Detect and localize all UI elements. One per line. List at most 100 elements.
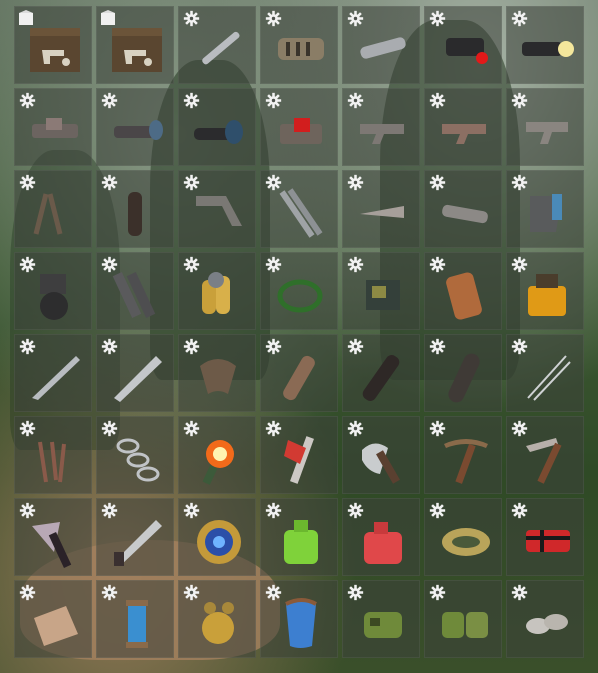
inventory-slot[interactable] <box>178 580 256 658</box>
extended-magazine-icon[interactable] <box>26 266 84 324</box>
knee-pad-icon[interactable] <box>272 594 330 652</box>
weapon-crate-icon[interactable] <box>108 20 166 78</box>
inventory-slot[interactable] <box>96 252 174 330</box>
inventory-slot[interactable] <box>342 88 420 166</box>
barbed-wire-icon[interactable] <box>518 348 576 406</box>
inventory-slot[interactable] <box>260 170 338 248</box>
inventory-slot[interactable] <box>178 88 256 166</box>
chain-icon[interactable] <box>108 430 166 488</box>
inventory-slot[interactable] <box>342 170 420 248</box>
inventory-slot[interactable] <box>260 498 338 576</box>
machete-blade-icon[interactable] <box>26 348 84 406</box>
inventory-slot[interactable] <box>260 416 338 494</box>
inventory-slot[interactable] <box>424 334 502 412</box>
inventory-slot[interactable] <box>96 498 174 576</box>
brass-parts-icon[interactable] <box>190 594 248 652</box>
muzzle-brake-icon[interactable] <box>272 20 330 78</box>
red-dot-sight-icon[interactable] <box>272 102 330 160</box>
brass-capsules-icon[interactable] <box>190 266 248 324</box>
inventory-slot[interactable] <box>96 6 174 84</box>
grip-icon[interactable] <box>108 184 166 242</box>
inventory-slot[interactable] <box>342 416 420 494</box>
inventory-slot[interactable] <box>260 334 338 412</box>
saw-blade-icon[interactable] <box>108 348 166 406</box>
inventory-slot[interactable] <box>14 252 92 330</box>
salvaged-pickaxe-icon[interactable] <box>518 430 576 488</box>
inventory-slot[interactable] <box>506 334 584 412</box>
scope-8x-icon[interactable] <box>108 102 166 160</box>
tech-trash-icon[interactable] <box>354 266 412 324</box>
shovel-icon[interactable] <box>354 430 412 488</box>
laser-sight-icon[interactable] <box>436 20 494 78</box>
stone-hatchet-head-icon[interactable] <box>190 348 248 406</box>
inventory-slot[interactable] <box>260 6 338 84</box>
metal-pipe-icon[interactable] <box>272 184 330 242</box>
inventory-slot[interactable] <box>342 334 420 412</box>
inventory-slot[interactable] <box>506 6 584 84</box>
metal-spring-icon[interactable] <box>354 184 412 242</box>
inventory-slot[interactable] <box>96 416 174 494</box>
semi-auto-body-icon[interactable] <box>518 102 576 160</box>
flare-icon[interactable] <box>190 430 248 488</box>
inventory-slot[interactable] <box>14 88 92 166</box>
inventory-slot[interactable] <box>424 88 502 166</box>
green-jerrycan-icon[interactable] <box>272 512 330 570</box>
inventory-slot[interactable] <box>424 416 502 494</box>
ammo-belt-icon[interactable] <box>436 512 494 570</box>
inventory-slot[interactable] <box>96 88 174 166</box>
inventory-slot[interactable] <box>424 252 502 330</box>
plaid-bundle-icon[interactable] <box>518 512 576 570</box>
inventory-slot[interactable] <box>178 252 256 330</box>
smg-body-icon[interactable] <box>436 102 494 160</box>
hatchet-icon[interactable] <box>26 512 84 570</box>
red-jerrycan-icon[interactable] <box>354 512 412 570</box>
inventory-slot[interactable] <box>178 334 256 412</box>
weapon-flashlight-icon[interactable] <box>518 20 576 78</box>
inventory-slot[interactable] <box>506 88 584 166</box>
inventory-slot[interactable] <box>14 498 92 576</box>
rail-mount-icon[interactable] <box>108 266 166 324</box>
inventory-slot[interactable] <box>342 498 420 576</box>
bipod-icon[interactable] <box>26 184 84 242</box>
holo-sight-icon[interactable] <box>26 102 84 160</box>
wooden-handle-icon[interactable] <box>354 348 412 406</box>
wrapped-grip-icon[interactable] <box>436 348 494 406</box>
silencer-icon[interactable] <box>190 20 248 78</box>
inventory-slot[interactable] <box>178 498 256 576</box>
cloth-icon[interactable] <box>26 594 84 652</box>
inventory-slot[interactable] <box>14 416 92 494</box>
rifle-body-icon[interactable] <box>354 102 412 160</box>
stock-icon[interactable] <box>190 184 248 242</box>
inventory-slot[interactable] <box>178 170 256 248</box>
serrated-blade-icon[interactable] <box>108 512 166 570</box>
inventory-slot[interactable] <box>424 170 502 248</box>
inventory-slot[interactable] <box>506 498 584 576</box>
knife-handle-icon[interactable] <box>272 348 330 406</box>
inventory-slot[interactable] <box>424 580 502 658</box>
inventory-slot[interactable] <box>424 6 502 84</box>
red-axe-icon[interactable] <box>272 430 330 488</box>
metal-fittings-icon[interactable] <box>518 594 576 652</box>
camo-pouch-icon[interactable] <box>354 594 412 652</box>
weapon-crate-icon[interactable] <box>26 20 84 78</box>
inventory-slot[interactable] <box>178 416 256 494</box>
camo-pouches-icon[interactable] <box>436 594 494 652</box>
inventory-slot[interactable] <box>342 580 420 658</box>
inventory-slot[interactable] <box>424 498 502 576</box>
inventory-slot[interactable] <box>14 6 92 84</box>
inventory-slot[interactable] <box>342 252 420 330</box>
scope-16x-icon[interactable] <box>190 102 248 160</box>
inventory-slot[interactable] <box>260 580 338 658</box>
nails-icon[interactable] <box>26 430 84 488</box>
inventory-slot[interactable] <box>506 170 584 248</box>
inventory-slot[interactable] <box>14 170 92 248</box>
inventory-slot[interactable] <box>506 580 584 658</box>
inventory-slot[interactable] <box>506 416 584 494</box>
muzzle-boost-icon[interactable] <box>354 20 412 78</box>
inventory-slot[interactable] <box>260 88 338 166</box>
inventory-slot[interactable] <box>506 252 584 330</box>
barrel-icon[interactable] <box>436 184 494 242</box>
leather-roll-icon[interactable] <box>436 266 494 324</box>
inventory-slot[interactable] <box>14 334 92 412</box>
rope-icon[interactable] <box>272 266 330 324</box>
